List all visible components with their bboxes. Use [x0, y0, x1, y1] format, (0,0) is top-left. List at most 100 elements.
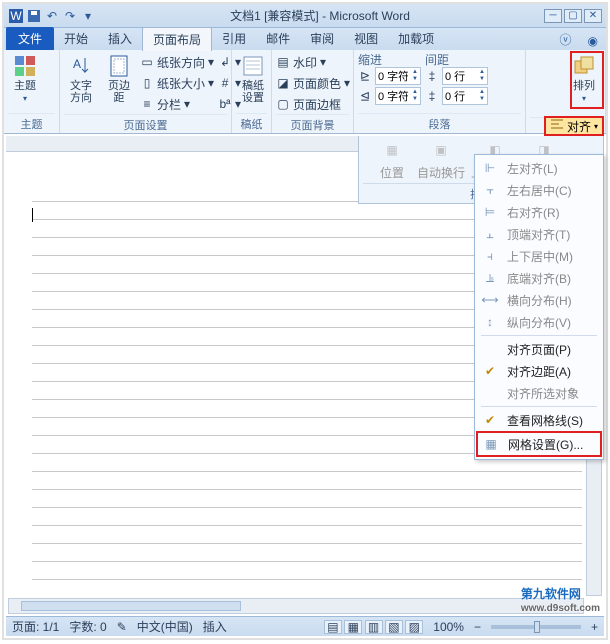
size-button[interactable]: ▯纸张大小 ▾: [140, 73, 214, 93]
text-direction-button[interactable]: A 文字方向: [64, 52, 98, 106]
text-direction-icon: A: [69, 54, 93, 78]
align-icon: [550, 119, 564, 134]
page-border-button[interactable]: ▢页面边框: [276, 94, 350, 114]
align-center-v-icon: ⫞: [481, 248, 499, 264]
dist-v-icon: ↕: [481, 314, 499, 330]
watermark-button[interactable]: ▤水印 ▾: [276, 52, 350, 72]
mi-align-page[interactable]: 对齐页面(P): [477, 338, 601, 360]
view-web[interactable]: ▥: [365, 620, 383, 634]
arrange-icon: [572, 54, 596, 78]
indent-left-icon: ⊵: [358, 69, 372, 83]
wrap-text-button[interactable]: ▣自动换行: [417, 138, 465, 181]
align-button[interactable]: 对齐 ▾: [544, 116, 604, 136]
indent-right-input[interactable]: ▲▼: [375, 87, 421, 105]
themes-button[interactable]: 主题 ▾: [8, 52, 42, 105]
tab-view[interactable]: 视图: [344, 27, 388, 50]
space-after-icon: ‡: [425, 89, 439, 103]
mi-align-center-h[interactable]: ⫟左右居中(C): [477, 179, 601, 201]
view-print-layout[interactable]: ▤: [324, 620, 342, 634]
maximize-button[interactable]: ▢: [564, 9, 582, 23]
mi-align-bottom[interactable]: ⫡底端对齐(B): [477, 267, 601, 289]
zoom-out-button[interactable]: −: [474, 620, 481, 634]
mi-align-right[interactable]: ⊨右对齐(R): [477, 201, 601, 223]
indent-left-input[interactable]: ▲▼: [375, 67, 421, 85]
svg-text:W: W: [10, 9, 22, 23]
tab-mailings[interactable]: 邮件: [256, 27, 300, 50]
status-bar: 页面: 1/1 字数: 0 ✎ 中文(中国) 插入 ▤ ▦ ▥ ▧ ▨ 100%…: [6, 616, 604, 636]
align-top-icon: ⫠: [481, 226, 499, 242]
columns-button[interactable]: ≡分栏 ▾: [140, 94, 214, 114]
paper-settings-button[interactable]: 稿纸 设置: [236, 52, 270, 106]
tab-file[interactable]: 文件: [6, 27, 54, 50]
mi-grid-settings[interactable]: ▦网格设置(G)...: [478, 433, 600, 455]
tab-review[interactable]: 审阅: [300, 27, 344, 50]
tab-page-layout[interactable]: 页面布局: [142, 27, 212, 51]
mi-align-left[interactable]: ⊩左对齐(L): [477, 157, 601, 179]
tab-insert[interactable]: 插入: [98, 27, 142, 50]
minimize-button[interactable]: ─: [544, 9, 562, 23]
status-mode[interactable]: 插入: [203, 618, 227, 635]
space-before-row: ‡▲▼: [425, 66, 488, 86]
paper-icon: [241, 54, 265, 78]
space-after-input[interactable]: ▲▼: [442, 87, 488, 105]
zoom-level[interactable]: 100%: [433, 620, 464, 634]
word-icon: W: [8, 8, 24, 24]
space-before-icon: ‡: [425, 69, 439, 83]
help-icon[interactable]: ◉: [580, 32, 606, 50]
chevron-down-icon: ▾: [594, 122, 598, 131]
space-before-input[interactable]: ▲▼: [442, 67, 488, 85]
watermark-icon: ▤: [276, 55, 290, 69]
tab-references[interactable]: 引用: [212, 27, 256, 50]
window-title: 文档1 [兼容模式] - Microsoft Word: [96, 7, 544, 24]
group-paper-label: 稿纸: [236, 113, 267, 133]
view-draft[interactable]: ▨: [405, 620, 423, 634]
tab-home[interactable]: 开始: [54, 27, 98, 50]
group-themes: 主题 ▾ 主题: [4, 50, 60, 133]
mi-distribute-h[interactable]: ⟷横向分布(H): [477, 289, 601, 311]
align-bottom-icon: ⫡: [481, 270, 499, 286]
columns-icon: ≡: [140, 97, 154, 111]
orientation-button[interactable]: ▭纸张方向 ▾: [140, 52, 214, 72]
close-button[interactable]: ✕: [584, 9, 602, 23]
spacing-heading: 间距: [425, 52, 488, 66]
page-border-icon: ▢: [276, 97, 290, 111]
mi-align-top[interactable]: ⫠顶端对齐(T): [477, 223, 601, 245]
align-center-h-icon: ⫟: [481, 182, 499, 198]
mi-align-center-v[interactable]: ⫞上下居中(M): [477, 245, 601, 267]
page-color-button[interactable]: ◪页面颜色 ▾: [276, 73, 350, 93]
tab-addins[interactable]: 加载项: [388, 27, 444, 50]
indent-right-icon: ⊴: [358, 89, 372, 103]
ribbon-collapse-icon[interactable]: ⓥ: [552, 29, 580, 50]
redo-icon[interactable]: ↷: [62, 8, 78, 24]
zoom-in-button[interactable]: +: [591, 620, 598, 634]
view-fullscreen[interactable]: ▦: [344, 620, 362, 634]
status-words[interactable]: 字数: 0: [69, 618, 106, 635]
mi-align-selected[interactable]: 对齐所选对象: [477, 382, 601, 404]
group-themes-label: 主题: [8, 113, 55, 133]
save-icon[interactable]: [26, 8, 42, 24]
margins-button[interactable]: 页边距: [102, 52, 136, 106]
scrollbar-thumb[interactable]: [21, 601, 241, 611]
view-outline[interactable]: ▧: [385, 620, 403, 634]
titlebar: W ↶ ↷ ▾ 文档1 [兼容模式] - Microsoft Word ─ ▢ …: [4, 4, 606, 28]
ribbon-tabs: 文件 开始 插入 页面布局 引用 邮件 审阅 视图 加载项 ⓥ ◉: [4, 28, 606, 50]
position-button[interactable]: ▦位置: [373, 138, 411, 181]
undo-icon[interactable]: ↶: [44, 8, 60, 24]
status-page[interactable]: 页面: 1/1: [12, 618, 59, 635]
status-lang[interactable]: 中文(中国): [137, 618, 193, 635]
dist-h-icon: ⟷: [481, 292, 499, 308]
zoom-knob[interactable]: [534, 621, 540, 633]
zoom-slider[interactable]: [491, 625, 581, 629]
svg-text:A: A: [73, 57, 81, 71]
qat-dropdown-icon[interactable]: ▾: [80, 8, 96, 24]
wrap-icon: ▣: [429, 138, 453, 162]
align-label: 对齐: [567, 118, 591, 135]
check-icon: ✔: [481, 412, 499, 428]
chevron-down-icon: ▾: [582, 94, 586, 103]
orientation-icon: ▭: [140, 55, 154, 69]
horizontal-scrollbar[interactable]: [8, 598, 584, 614]
mi-align-margin[interactable]: ✔对齐边距(A): [477, 360, 601, 382]
arrange-button[interactable]: 排列 ▾: [567, 52, 601, 105]
mi-distribute-v[interactable]: ↕纵向分布(V): [477, 311, 601, 333]
mi-view-gridlines[interactable]: ✔查看网格线(S): [477, 409, 601, 431]
